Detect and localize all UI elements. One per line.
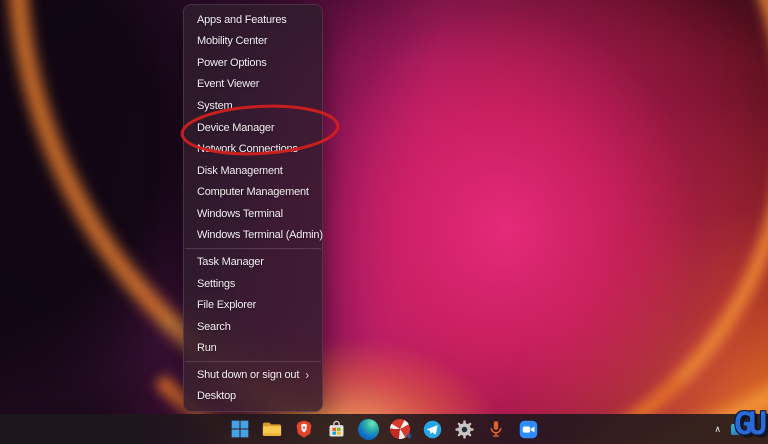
menu-item-task-manager[interactable]: Task Manager	[187, 251, 319, 273]
menu-separator	[185, 361, 321, 362]
windows-logo-icon	[231, 420, 249, 438]
brave-shield-icon	[296, 420, 312, 438]
video-call-icon	[519, 420, 537, 438]
folder-icon	[262, 422, 282, 436]
menu-item-desktop[interactable]: Desktop	[187, 386, 319, 408]
menu-item-disk-management[interactable]: Disk Management	[187, 160, 319, 182]
chevron-right-icon: ›	[305, 367, 309, 382]
microphone-icon	[490, 421, 502, 437]
gear-icon	[454, 419, 474, 439]
menu-item-label: Apps and Features	[197, 13, 287, 26]
tray-app-blue-icon[interactable]	[730, 423, 743, 436]
menu-item-windows-terminal[interactable]: Windows Terminal	[187, 203, 319, 225]
menu-item-label: Desktop	[197, 390, 236, 403]
menu-item-apps-and-features[interactable]: Apps and Features	[187, 9, 319, 31]
desktop-screen: Apps and Features Mobility Center Power Op…	[0, 0, 768, 444]
media-app-badge-icon: ✳	[404, 430, 415, 442]
taskbar-icon-media-app[interactable]: ✳	[387, 416, 415, 442]
telegram-icon	[423, 420, 441, 438]
taskbar-icon-telegram[interactable]	[420, 417, 444, 441]
tray-download-icon[interactable]: ⇣	[749, 423, 762, 436]
menu-item-label: System	[197, 100, 233, 113]
menu-item-device-manager[interactable]: Device Manager	[187, 117, 319, 139]
menu-item-search[interactable]: Search	[187, 316, 319, 338]
taskbar-icon-start[interactable]	[228, 417, 252, 441]
menu-item-label: Disk Management	[197, 164, 283, 177]
menu-item-windows-terminal-admin[interactable]: Windows Terminal (Admin)	[187, 225, 323, 247]
tray-icons: ⇣	[730, 423, 762, 436]
menu-item-label: Power Options	[197, 56, 267, 69]
microsoft-store-icon	[329, 420, 343, 436]
download-arrow-glyph: ⇣	[750, 422, 761, 435]
menu-item-label: Windows Terminal (Admin)	[197, 229, 323, 242]
menu-item-label: Search	[197, 320, 231, 333]
system-tray: ∧ ⇣	[712, 414, 762, 444]
menu-item-label: Task Manager	[197, 255, 264, 268]
tray-app-glyph	[731, 423, 742, 435]
menu-item-label: File Explorer	[197, 299, 257, 312]
menu-item-network-connections[interactable]: Network Connections	[187, 138, 319, 160]
menu-item-file-explorer[interactable]: File Explorer	[187, 294, 319, 316]
menu-item-system[interactable]: System	[187, 95, 319, 117]
menu-item-power-options[interactable]: Power Options	[187, 52, 319, 74]
menu-item-label: Device Manager	[197, 121, 275, 134]
taskbar-icon-voice-recorder[interactable]	[484, 417, 508, 441]
menu-item-run[interactable]: Run	[187, 337, 319, 359]
menu-item-mobility-center[interactable]: Mobility Center	[187, 31, 319, 53]
tray-expand-chevron-icon[interactable]: ∧	[712, 422, 723, 437]
taskbar-icon-zoom[interactable]	[516, 417, 540, 441]
taskbar: ✳ ∧ ⇣	[0, 414, 768, 444]
menu-item-shut-down-or-sign-out[interactable]: Shut down or sign out ›	[187, 364, 319, 386]
menu-item-event-viewer[interactable]: Event Viewer	[187, 74, 319, 96]
taskbar-icon-settings[interactable]	[452, 417, 476, 441]
menu-item-label: Run	[197, 342, 217, 355]
edge-browser-icon	[357, 418, 379, 440]
taskbar-icon-edge[interactable]	[356, 417, 380, 441]
taskbar-icon-file-explorer[interactable]	[260, 417, 284, 441]
taskbar-icons: ✳	[228, 416, 540, 442]
menu-item-settings[interactable]: Settings	[187, 273, 319, 295]
winx-menu: Apps and Features Mobility Center Power Op…	[183, 4, 323, 412]
taskbar-icon-microsoft-store[interactable]	[324, 417, 348, 441]
desktop-wallpaper	[0, 0, 768, 444]
menu-item-label: Network Connections	[197, 143, 298, 156]
menu-item-computer-management[interactable]: Computer Management	[187, 182, 319, 204]
menu-item-label: Shut down or sign out	[197, 368, 300, 381]
menu-item-label: Settings	[197, 277, 236, 290]
menu-item-label: Mobility Center	[197, 35, 268, 48]
menu-item-label: Event Viewer	[197, 78, 260, 91]
menu-separator	[185, 248, 321, 250]
menu-item-label: Windows Terminal	[197, 207, 283, 220]
menu-item-label: Computer Management	[197, 186, 309, 199]
taskbar-icon-brave[interactable]	[292, 417, 316, 441]
